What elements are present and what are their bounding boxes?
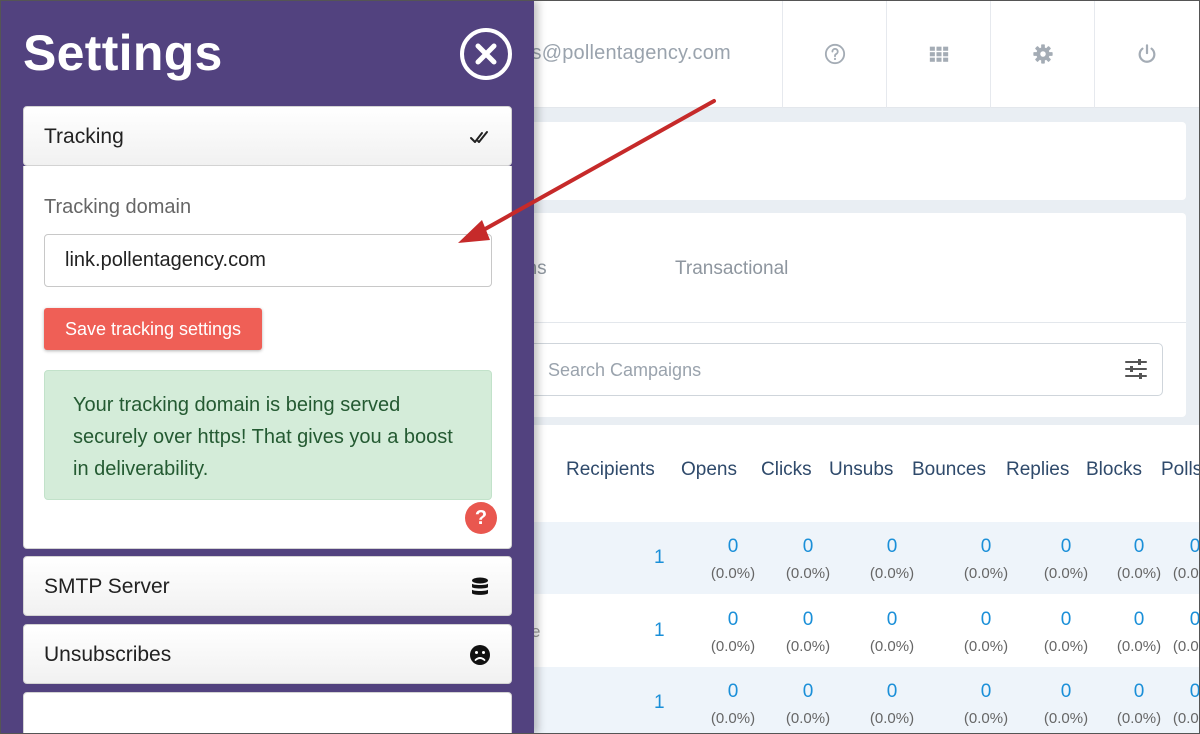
success-alert: Your tracking domain is being served sec…: [44, 370, 492, 500]
stat-percent: (0.0%): [1043, 638, 1089, 655]
user-email[interactable]: ris@pollentagency.com: [520, 42, 731, 65]
recipients-count[interactable]: 1: [654, 547, 665, 569]
column-header-blocks[interactable]: Blocks: [1086, 459, 1142, 481]
column-header-bounces[interactable]: Bounces: [912, 459, 986, 481]
gear-icon[interactable]: [990, 0, 1094, 108]
stat-count[interactable]: 0: [862, 681, 922, 703]
unsubscribes-label: Unsubscribes: [44, 643, 172, 666]
column-header-clicks[interactable]: Clicks: [761, 459, 812, 481]
stat-count[interactable]: 0: [778, 609, 838, 631]
stat-count[interactable]: 0: [1165, 609, 1200, 631]
power-icon[interactable]: [1094, 0, 1198, 108]
settings-panel: Settings Tracking Tracking domain Save t…: [0, 0, 534, 734]
smtp-server-label: SMTP Server: [44, 575, 170, 598]
accordion-next-header[interactable]: [23, 692, 512, 734]
accordion-unsubscribes-header[interactable]: Unsubscribes: [23, 624, 512, 684]
table-row[interactable]: [500, 522, 1200, 594]
stat-percent: (0.0%): [710, 565, 756, 582]
stat-count[interactable]: 0: [703, 536, 763, 558]
help-button[interactable]: ?: [465, 502, 497, 534]
table-row[interactable]: [500, 595, 1200, 667]
stat-percent: (0.0%): [869, 710, 915, 727]
recipients-count[interactable]: 1: [654, 692, 665, 714]
stat-percent: (0.0%): [1043, 565, 1089, 582]
recipients-count[interactable]: 1: [654, 620, 665, 642]
stat-percent: (0.0%): [710, 710, 756, 727]
stat-percent: (0.0%): [869, 565, 915, 582]
sad-face-icon: [470, 645, 490, 665]
stat-count[interactable]: 0: [1165, 681, 1200, 703]
accordion-smtp-server-header[interactable]: SMTP Server: [23, 556, 512, 616]
stat-percent: (0.0%): [1043, 710, 1089, 727]
stat-count[interactable]: 0: [778, 536, 838, 558]
column-header-polls[interactable]: Polls: [1161, 459, 1200, 481]
stat-count[interactable]: 0: [703, 609, 763, 631]
settings-title: Settings: [23, 25, 223, 81]
stat-count[interactable]: 0: [862, 536, 922, 558]
tab-divider: [500, 322, 1186, 323]
tracking-domain-label: Tracking domain: [44, 196, 192, 218]
search-placeholder: Search Campaigns: [548, 360, 702, 380]
double-check-icon: [470, 131, 488, 143]
help-icon[interactable]: [782, 0, 886, 108]
stat-percent: (0.0%): [869, 638, 915, 655]
stat-percent: (0.0%): [963, 638, 1009, 655]
database-icon: [472, 577, 488, 595]
apps-grid-icon[interactable]: [886, 0, 990, 108]
tracking-domain-input[interactable]: [44, 234, 492, 287]
tracking-label: Tracking: [44, 125, 124, 148]
stat-count[interactable]: 0: [1165, 536, 1200, 558]
stat-percent: (0.0%): [963, 565, 1009, 582]
save-tracking-settings-button[interactable]: Save tracking settings: [44, 308, 262, 350]
tab-transactional[interactable]: Transactional: [675, 258, 788, 280]
stat-count[interactable]: 0: [956, 536, 1016, 558]
column-header-recipients[interactable]: Recipients: [566, 459, 655, 481]
stat-percent: (0.0%): [1172, 565, 1200, 582]
column-header-replies[interactable]: Replies: [1006, 459, 1069, 481]
stat-count[interactable]: 0: [1036, 609, 1096, 631]
close-icon[interactable]: [460, 28, 512, 80]
column-header-opens[interactable]: Opens: [681, 459, 737, 481]
stat-count[interactable]: 0: [1036, 536, 1096, 558]
accordion-tracking-header[interactable]: Tracking: [23, 106, 512, 166]
column-header-unsubs[interactable]: Unsubs: [829, 459, 893, 481]
stat-count[interactable]: 0: [778, 681, 838, 703]
stat-count[interactable]: 0: [862, 609, 922, 631]
stat-count[interactable]: 0: [956, 681, 1016, 703]
stat-percent: (0.0%): [710, 638, 756, 655]
stat-count[interactable]: 0: [1109, 536, 1169, 558]
stat-count[interactable]: 0: [703, 681, 763, 703]
accordion-tracking-body: Tracking domain Save tracking settings Y…: [23, 166, 512, 549]
stat-count[interactable]: 0: [956, 609, 1016, 631]
stat-percent: (0.0%): [785, 710, 831, 727]
stat-percent: (0.0%): [1172, 638, 1200, 655]
filter-sliders-icon[interactable]: [1124, 358, 1148, 380]
stat-count[interactable]: 0: [1109, 609, 1169, 631]
stat-count[interactable]: 0: [1036, 681, 1096, 703]
stat-count[interactable]: 0: [1109, 681, 1169, 703]
stat-percent: (0.0%): [1172, 710, 1200, 727]
stat-percent: (0.0%): [963, 710, 1009, 727]
stat-percent: (0.0%): [785, 565, 831, 582]
stat-percent: (0.0%): [785, 638, 831, 655]
content-card: [500, 122, 1186, 200]
